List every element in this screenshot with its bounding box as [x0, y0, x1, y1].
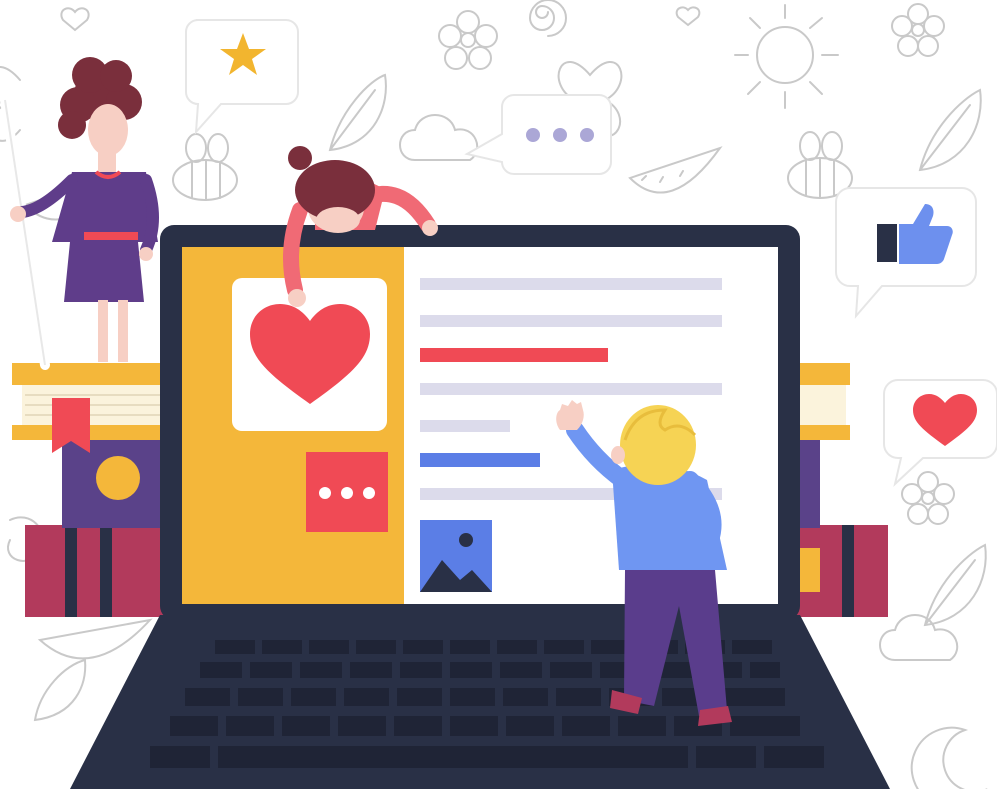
chat-dots-icon	[319, 487, 375, 499]
image-icon	[420, 520, 492, 592]
book-stack-left	[12, 363, 182, 617]
text-line	[420, 315, 722, 327]
sun-doodle	[734, 4, 839, 109]
heart-doodle	[675, 6, 701, 27]
bee-doodle	[787, 131, 853, 199]
cloud-doodle	[879, 614, 959, 661]
book-emblem	[96, 456, 140, 500]
flower-doodle	[891, 3, 945, 57]
moon-doodle	[910, 726, 988, 789]
leaf-doodle	[33, 658, 87, 722]
watermelon-doodle	[628, 146, 723, 194]
woman-with-pole	[0, 57, 159, 370]
text-line	[420, 420, 510, 432]
bee-doodle	[172, 133, 238, 201]
flower-doodle	[901, 471, 955, 525]
leaf-doodle	[328, 73, 387, 152]
laptop	[70, 225, 890, 789]
cloud-doodle	[399, 114, 479, 161]
text-line	[420, 278, 722, 290]
leaf-doodle	[918, 88, 982, 172]
text-line	[420, 383, 722, 395]
watermelon-doodle	[37, 618, 153, 660]
illustration-canvas	[0, 0, 997, 789]
heart-doodle	[60, 7, 90, 32]
spiral-doodle	[528, 0, 567, 37]
flower-doodle	[438, 10, 498, 70]
leaf-doodle	[923, 543, 987, 627]
ellipsis-icon	[526, 128, 594, 142]
speech-bubble-dots	[464, 94, 612, 175]
speech-bubble-like	[835, 187, 977, 319]
text-line-highlight	[420, 348, 608, 362]
speech-bubble-heart	[883, 379, 997, 487]
text-line-link	[420, 453, 540, 467]
speech-bubble-star	[185, 19, 299, 135]
